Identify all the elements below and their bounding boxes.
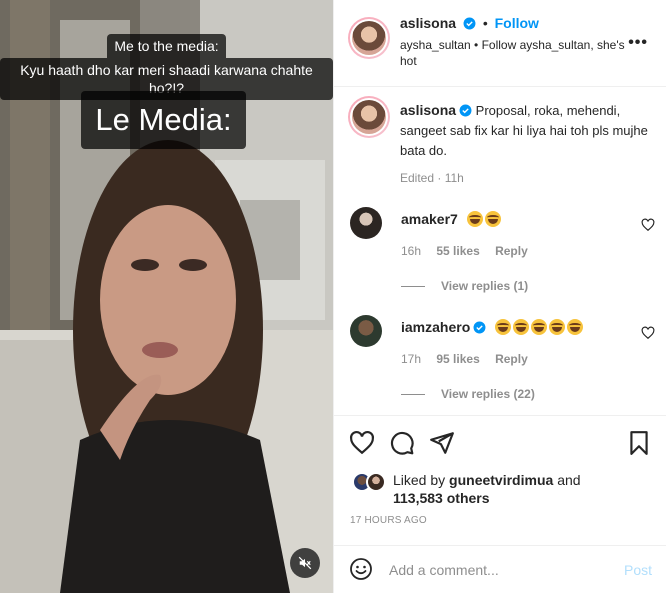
comment-item: amaker7 16h 55 likes Reply View replies …: [350, 207, 655, 297]
rofl-emoji-icon: [567, 319, 584, 335]
smiley-icon[interactable]: [349, 557, 373, 581]
comment-username[interactable]: iamzahero: [401, 319, 470, 335]
instagram-post-modal: Me to the media: Kyu haath dho kar meri …: [0, 0, 666, 593]
view-replies-label: View replies (22): [441, 387, 535, 401]
caption-username[interactable]: aslisona: [400, 102, 456, 118]
post-side-panel: aslisona • Follow aysha_sultan • Follow …: [333, 0, 666, 593]
comment-like-heart-icon[interactable]: [641, 326, 655, 340]
bookmark-icon[interactable]: [626, 430, 652, 456]
mute-button[interactable]: [290, 548, 320, 578]
verified-badge-icon: [473, 321, 486, 334]
post-header: aslisona • Follow aysha_sultan • Follow …: [334, 0, 666, 87]
reply-button[interactable]: Reply: [495, 352, 528, 366]
rofl-emoji-icon: [513, 319, 530, 335]
post-comment-button[interactable]: Post: [624, 562, 652, 578]
comment-text: [465, 211, 501, 227]
liked-by-avatars: [350, 470, 390, 494]
audio-subline[interactable]: aysha_sultan • Follow aysha_sultan, she'…: [400, 37, 625, 69]
commenter-avatar[interactable]: [350, 315, 382, 347]
liked-by-user[interactable]: guneetvirdimua: [449, 472, 553, 488]
verified-badge-icon: [459, 104, 472, 117]
comment-like-heart-icon[interactable]: [641, 218, 655, 232]
separator-dot: •: [482, 15, 488, 31]
divider-line: [401, 393, 425, 395]
comment-input[interactable]: [389, 559, 609, 581]
rofl-emoji-icon: [466, 211, 483, 227]
liker-avatar[interactable]: [366, 472, 386, 492]
more-horizontal-icon[interactable]: •••: [628, 34, 648, 52]
follow-button[interactable]: Follow: [495, 15, 539, 31]
author-avatar[interactable]: [348, 17, 390, 59]
post-caption: aslisona Proposal, roka, mehendi, sangee…: [400, 100, 650, 161]
video-caption-line-1: Me to the media:: [107, 34, 226, 58]
divider-line: [401, 285, 425, 287]
comment-item: iamzahero 17h 95 likes Reply View replie…: [350, 315, 655, 405]
post-timestamp[interactable]: 17 HOURS AGO: [350, 515, 427, 526]
comment-icon[interactable]: [389, 430, 415, 456]
post-actions: Liked by guneetvirdimua and 113,583 othe…: [334, 415, 666, 545]
liked-by-and: and: [557, 472, 581, 488]
comment-meta: 16h 55 likes Reply: [401, 244, 540, 258]
comment-author: amaker7: [401, 211, 501, 227]
caption-author-avatar[interactable]: [348, 96, 390, 138]
comment-author: iamzahero: [401, 319, 584, 335]
view-replies-button[interactable]: View replies (1): [401, 279, 528, 293]
rofl-emoji-icon: [484, 211, 501, 227]
comment-likes[interactable]: 55 likes: [436, 244, 479, 258]
reply-button[interactable]: Reply: [495, 244, 528, 258]
rofl-emoji-icon: [531, 319, 548, 335]
liked-by-text: Liked by guneetvirdimua and 113,583 othe…: [393, 471, 653, 507]
heart-icon[interactable]: [349, 430, 375, 456]
comment-text: [493, 319, 584, 335]
author-username[interactable]: aslisona: [400, 15, 456, 31]
rofl-emoji-icon: [549, 319, 566, 335]
add-comment-bar: Post: [334, 545, 666, 593]
commenter-avatar[interactable]: [350, 207, 382, 239]
comment-time: 17h: [401, 352, 422, 366]
rofl-emoji-icon: [495, 319, 512, 335]
liked-by-prefix: Liked by: [393, 472, 446, 488]
comment-username[interactable]: amaker7: [401, 211, 458, 227]
view-replies-label: View replies (1): [441, 279, 529, 293]
view-replies-button[interactable]: View replies (22): [401, 387, 535, 401]
comment-time: 16h: [401, 244, 422, 258]
caption-edited-time: Edited · 11h: [400, 171, 464, 185]
video-caption-big: Le Media:: [81, 91, 246, 149]
speaker-muted-icon: [298, 556, 312, 570]
post-video[interactable]: Me to the media: Kyu haath dho kar meri …: [0, 0, 333, 593]
comment-likes[interactable]: 95 likes: [436, 352, 479, 366]
comment-meta: 17h 95 likes Reply: [401, 352, 540, 366]
verified-badge-icon: [463, 17, 476, 30]
share-icon[interactable]: [429, 430, 455, 456]
liked-by-others[interactable]: 113,583 others: [393, 490, 490, 506]
author-line: aslisona • Follow: [400, 15, 539, 31]
